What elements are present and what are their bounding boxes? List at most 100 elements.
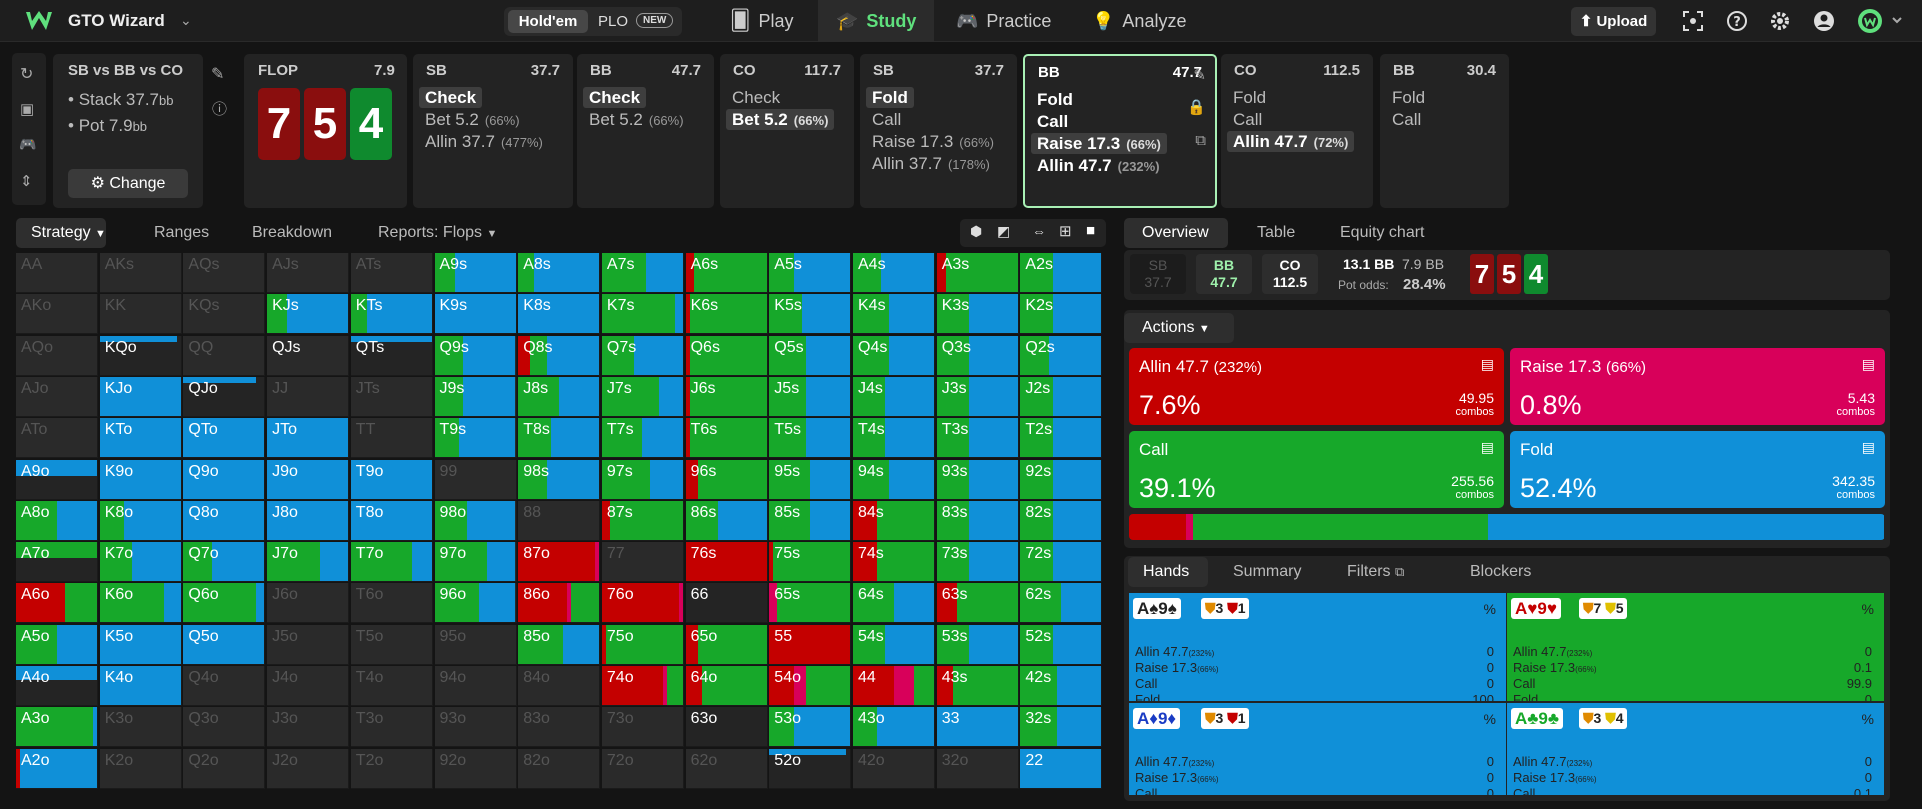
hand-cell[interactable]: QQ — [183, 335, 266, 376]
hand-cell[interactable]: J9s — [434, 376, 517, 417]
hand-cell[interactable]: 63o — [685, 707, 768, 748]
action-option[interactable]: Call — [1386, 109, 1427, 130]
action-node-bb[interactable]: BB 30.4 Fold Call — [1380, 54, 1509, 208]
hand-cell[interactable]: QJo — [183, 376, 266, 417]
hand-cell[interactable]: Q7s — [601, 335, 684, 376]
hand-cell[interactable]: 54o — [769, 666, 852, 706]
hand-cell[interactable]: 73s — [936, 542, 1019, 583]
hand-cell[interactable]: 92s — [1020, 459, 1103, 500]
nav-play[interactable]: 🂠 Play — [730, 0, 793, 42]
hand-cell[interactable]: A2s — [1020, 253, 1103, 293]
hand-cell[interactable]: QJs — [267, 335, 350, 376]
hand-cell[interactable]: 83s — [936, 500, 1019, 541]
hand-cell[interactable]: ATo — [16, 418, 98, 459]
hand-cell[interactable]: AQo — [16, 335, 98, 376]
tab-equity-chart[interactable]: Equity chart — [1340, 224, 1424, 242]
holdem-toggle[interactable]: Hold'em — [508, 10, 588, 33]
hand-cell[interactable]: 22 — [1020, 748, 1103, 789]
hand-cell[interactable]: 72s — [1020, 542, 1103, 583]
plo-toggle[interactable]: PLO — [598, 10, 628, 33]
hand-cell[interactable]: 85s — [769, 500, 852, 541]
hand-cell[interactable]: KTo — [99, 418, 182, 459]
hand-cell[interactable]: T9s — [434, 418, 517, 459]
action-option[interactable]: Bet 5.2 (66%) — [583, 109, 690, 130]
hand-cell[interactable]: 87s — [601, 500, 684, 541]
hand-cell[interactable]: 96s — [685, 459, 768, 500]
screenshot-icon[interactable] — [1682, 10, 1704, 32]
hand-cell[interactable]: 86o — [518, 583, 601, 624]
tab-summary[interactable]: Summary — [1233, 563, 1301, 581]
hand-cell[interactable]: J2o — [267, 748, 350, 789]
hand-cell[interactable]: Q7o — [183, 542, 266, 583]
hand-cell[interactable]: ATs — [350, 253, 433, 293]
hand-cell[interactable]: JJ — [267, 376, 350, 417]
action-option[interactable]: Bet 5.2 (66%) — [419, 109, 526, 130]
hand-cell[interactable]: K2o — [99, 748, 182, 789]
action-option[interactable]: Fold — [1386, 87, 1431, 108]
hand-cell[interactable]: JTs — [350, 376, 433, 417]
chevron-down-icon[interactable]: ⌄ — [180, 12, 192, 29]
hand-cell[interactable]: Q9s — [434, 335, 517, 376]
hand-cell[interactable]: 95o — [434, 624, 517, 665]
hand-cell[interactable]: T3s — [936, 418, 1019, 459]
hand-cell[interactable]: AA — [16, 253, 98, 293]
hand-cell[interactable]: 32o — [936, 748, 1019, 789]
hand-cell[interactable]: KTs — [350, 294, 433, 335]
hand-cell[interactable]: 53s — [936, 624, 1019, 665]
hand-cell[interactable]: A9s — [434, 253, 517, 293]
hand-cell[interactable]: Q2o — [183, 748, 266, 789]
hand-cell[interactable]: J5o — [267, 624, 350, 665]
compare-icon[interactable]: ⧉ — [1195, 132, 1206, 149]
hand-cell[interactable]: K9o — [99, 459, 182, 500]
hand-cell[interactable]: J5s — [769, 376, 852, 417]
hand-cell[interactable]: 62o — [685, 748, 768, 789]
hand-cell[interactable]: 84o — [518, 666, 601, 706]
hand-cell[interactable]: 82s — [1020, 500, 1103, 541]
hand-cell[interactable]: 42s — [1020, 666, 1103, 706]
hand-cell[interactable]: A8s — [518, 253, 601, 293]
tab-hands[interactable]: Hands — [1143, 563, 1189, 581]
hand-cell[interactable]: 84s — [853, 500, 935, 541]
info-icon[interactable]: ⓘ — [212, 98, 227, 119]
hand-cell[interactable]: 64s — [853, 583, 935, 624]
hand-cell[interactable]: 93o — [434, 707, 517, 748]
hand-cell[interactable]: K4s — [853, 294, 935, 335]
gear-icon[interactable] — [1769, 10, 1791, 32]
hand-cell[interactable]: Q5o — [183, 624, 266, 665]
hand-cell[interactable]: 54s — [853, 624, 935, 665]
hand-cell[interactable]: A8o — [16, 500, 98, 541]
hand-cell[interactable]: K7s — [601, 294, 684, 335]
hand-cell[interactable]: J7o — [267, 542, 350, 583]
hand-cell[interactable]: J8o — [267, 500, 350, 541]
hand-cell[interactable]: 64o — [685, 666, 768, 706]
hand-cell[interactable]: Q6o — [183, 583, 266, 624]
hand-cell[interactable]: KQs — [183, 294, 266, 335]
action-option[interactable]: Check — [419, 87, 483, 108]
hand-cell[interactable]: K4o — [99, 666, 182, 706]
hand-cell[interactable]: Q9o — [183, 459, 266, 500]
action-option[interactable]: Fold — [1031, 89, 1079, 110]
hand-cell[interactable]: 43s — [936, 666, 1019, 706]
cube-icon[interactable]: ⬢ — [970, 223, 982, 240]
hand-cell[interactable]: T2o — [350, 748, 433, 789]
lock-icon[interactable]: 🔒 — [1187, 98, 1206, 116]
hand-cell[interactable]: K8s — [518, 294, 601, 335]
action-option[interactable]: Allin 37.7 (178%) — [866, 153, 996, 174]
hand-cell[interactable]: J6s — [685, 376, 768, 417]
hand-cell[interactable]: 52o — [769, 748, 852, 789]
hand-cell[interactable]: A5o — [16, 624, 98, 665]
grid-icon[interactable]: ⊞ — [1059, 222, 1072, 240]
action-option[interactable]: Call — [1227, 109, 1268, 130]
hand-cell[interactable]: T6s — [685, 418, 768, 459]
account-icon[interactable] — [1813, 10, 1835, 32]
hand-cell[interactable]: AJs — [267, 253, 350, 293]
hand-cell[interactable]: 75s — [769, 542, 852, 583]
hand-cell[interactable]: T5s — [769, 418, 852, 459]
hand-cell[interactable]: T9o — [350, 459, 433, 500]
upload-button[interactable]: ⬆ Upload — [1571, 7, 1656, 36]
hand-cell[interactable]: QTo — [183, 418, 266, 459]
hand-cell[interactable]: J6o — [267, 583, 350, 624]
nav-study[interactable]: 🎓 Study — [818, 0, 935, 42]
hand-cell[interactable]: 77 — [601, 542, 684, 583]
hand-cell[interactable]: 94s — [853, 459, 935, 500]
